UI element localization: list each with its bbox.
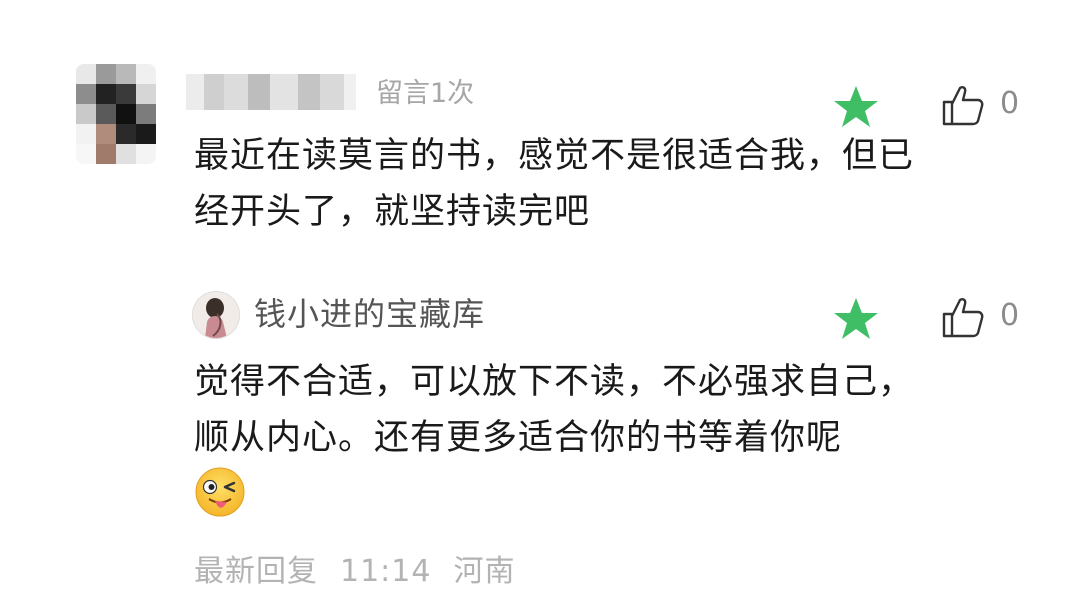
reply-author-name[interactable]: 钱小进的宝藏库 bbox=[254, 292, 485, 336]
reply-text-line-2: 顺从内心。还有更多适合你的书等着你呢 bbox=[194, 418, 843, 458]
like-count: 0 bbox=[1000, 298, 1020, 333]
winking-tongue-emoji bbox=[195, 467, 245, 517]
reply-footer-label: 最新回复 bbox=[194, 554, 318, 589]
avatar-image bbox=[193, 292, 239, 338]
comment-text-line-2: 经开头了，就坚持读完吧 bbox=[194, 192, 591, 232]
avatar-obscured[interactable] bbox=[76, 64, 156, 164]
thumbs-up-icon[interactable] bbox=[940, 82, 986, 128]
avatar[interactable] bbox=[192, 291, 240, 339]
like-count: 0 bbox=[1000, 86, 1020, 121]
comment-text-line-1: 最近在读莫言的书，感觉不是很适合我，但已 bbox=[194, 136, 915, 176]
comment-thread: 留言1次 0 最近在读莫言的书，感觉不是很适合我，但已 经开头了，就坚持读完吧 … bbox=[0, 0, 1080, 612]
reply-text-line-1: 觉得不合适，可以放下不读，不必强求自己， bbox=[194, 362, 915, 402]
star-icon[interactable] bbox=[832, 84, 880, 130]
reply-time: 11:14 bbox=[340, 554, 432, 589]
reply-footer: 最新回复 11:14 河南 bbox=[194, 552, 537, 592]
thumbs-up-icon[interactable] bbox=[940, 294, 986, 340]
username-obscured[interactable] bbox=[186, 74, 356, 110]
reply-location: 河南 bbox=[453, 554, 516, 589]
star-icon[interactable] bbox=[832, 296, 880, 342]
message-count-label: 留言1次 bbox=[376, 78, 475, 109]
